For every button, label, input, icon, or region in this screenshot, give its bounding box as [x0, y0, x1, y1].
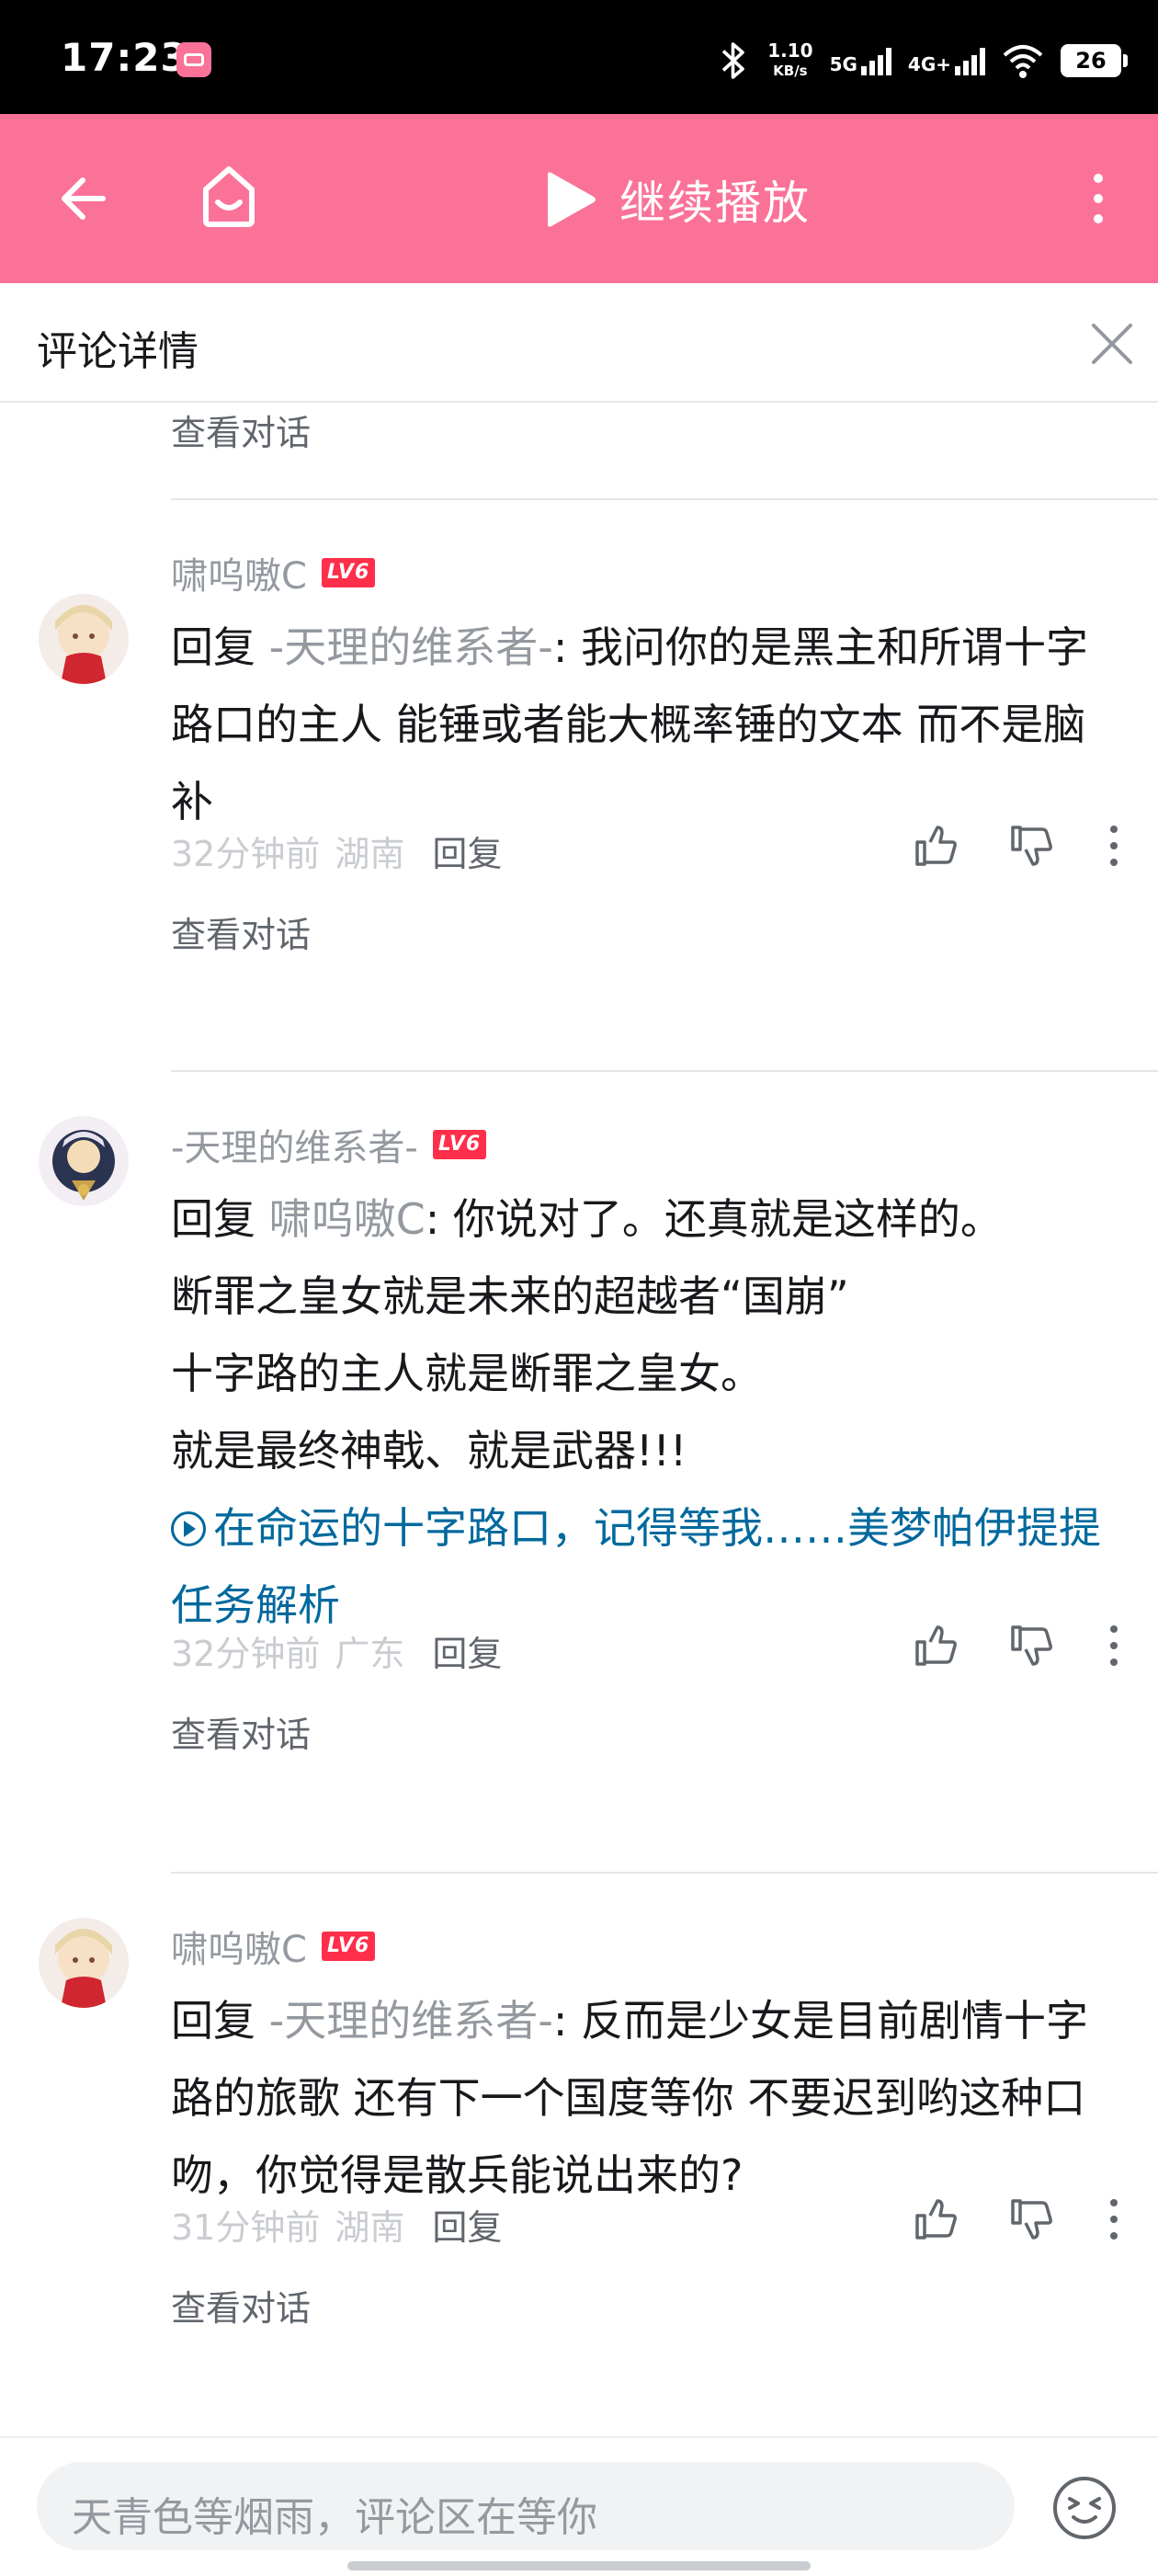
view-conversation-link[interactable]: 查看对话	[171, 906, 311, 957]
mention-user[interactable]: -天理的维系者-	[269, 622, 553, 672]
comment-meta: 32分钟前 湖南 回复	[171, 826, 502, 876]
avatar-image	[39, 1918, 129, 2008]
avatar[interactable]	[39, 594, 129, 684]
reply-button[interactable]: 回复	[432, 826, 502, 876]
net-speed: 1.10 KB/s	[767, 40, 812, 81]
avatar[interactable]	[39, 1116, 129, 1206]
continue-play-button[interactable]: 继续播放	[540, 167, 811, 232]
reply-prefix: 回复	[171, 622, 269, 672]
mention-user[interactable]: -天理的维系者-	[269, 1996, 553, 2046]
comment-input[interactable]: 天青色等烟雨，评论区在等你	[37, 2462, 1015, 2550]
continue-play-label: 继续播放	[619, 177, 811, 230]
net-speed-unit: KB/s	[773, 63, 808, 79]
comment-line: 回复 啸呜嗷C: 你说对了。还真就是这样的。	[171, 1180, 1108, 1258]
username[interactable]: 啸呜嗷C	[171, 546, 307, 599]
comment-time: 32分钟前	[171, 834, 321, 874]
view-conversation-link[interactable]: 查看对话	[171, 405, 311, 455]
comment-location: 湖南	[335, 2207, 405, 2248]
back-arrow-icon[interactable]	[57, 171, 112, 226]
reply-prefix: 回复	[171, 1194, 269, 1244]
emoji-icon[interactable]	[1051, 2475, 1118, 2541]
view-conversation-link[interactable]: 查看对话	[171, 2280, 311, 2331]
play-icon	[548, 172, 596, 227]
username-row: 啸呜嗷C LV6	[171, 1920, 376, 1973]
comment-text: 回复 啸呜嗷C: 你说对了。还真就是这样的。 断罪之皇女就是未来的超越者“国崩”…	[171, 1180, 1108, 1644]
status-time: 17:23	[61, 35, 188, 80]
comment-text: 回复 -天理的维系者-: 反而是少女是目前剧情十字路的旅歌 还有下一个国度等你 …	[171, 1982, 1108, 2214]
comment-meta: 32分钟前 广东 回复	[171, 1625, 502, 1676]
level-badge: LV6	[321, 558, 376, 587]
dislike-icon[interactable]	[1007, 1622, 1055, 1670]
bluetooth-icon	[721, 42, 745, 79]
home-tv-icon[interactable]	[197, 160, 261, 230]
comment-input-placeholder: 天青色等烟雨，评论区在等你	[72, 2494, 597, 2541]
dislike-icon[interactable]	[1007, 822, 1055, 870]
like-icon[interactable]	[912, 1622, 959, 1670]
signal-4g-label: 4G+	[907, 53, 951, 75]
signal-5g-label: 5G	[829, 53, 857, 75]
signal-bars-icon	[860, 46, 891, 75]
video-header-bar: 继续播放	[0, 114, 1158, 283]
level-badge: LV6	[432, 1130, 487, 1159]
bilibili-app-icon	[176, 42, 211, 77]
view-conversation-link[interactable]: 查看对话	[171, 1706, 311, 1757]
avatar[interactable]	[39, 1918, 129, 2008]
signal-bars-icon	[955, 46, 985, 75]
comment-time: 31分钟前	[171, 2207, 321, 2248]
username[interactable]: -天理的维系者-	[171, 1118, 418, 1171]
comment-line: 十字路的主人就是断罪之皇女。	[171, 1349, 763, 1398]
comment-line: 就是最终神戟、就是武器!!!	[171, 1426, 687, 1476]
wifi-icon	[1003, 45, 1043, 78]
comment-location: 广东	[335, 1634, 405, 1674]
video-jump-link[interactable]: 在命运的十字路口，记得等我……美梦帕伊提提任务解析	[171, 1489, 1108, 1644]
divider	[171, 1872, 1158, 1874]
home-indicator[interactable]	[347, 2561, 811, 2570]
dislike-icon[interactable]	[1007, 2195, 1055, 2243]
battery-indicator: 26	[1061, 44, 1128, 77]
more-dots-icon[interactable]	[1090, 822, 1138, 870]
divider	[171, 1070, 1158, 1072]
comment-location: 湖南	[335, 834, 405, 874]
username[interactable]: 啸呜嗷C	[171, 1920, 307, 1973]
comment-input-bar: 天青色等烟雨，评论区在等你	[0, 2436, 1158, 2576]
video-jump-link-text[interactable]: 在命运的十字路口，记得等我……美梦帕伊提提任务解析	[171, 1503, 1101, 1630]
signal-5g: 5G	[830, 46, 891, 75]
avatar-image	[39, 594, 129, 684]
comment-time: 32分钟前	[171, 1634, 321, 1674]
status-bar: 17:23 1.10 KB/s 5G 4G+ 26	[0, 0, 1158, 114]
net-speed-value: 1.10	[767, 40, 813, 62]
play-circle-icon	[171, 1511, 206, 1546]
more-vertical-icon[interactable]	[1084, 171, 1112, 226]
username-row: 啸呜嗷C LV6	[171, 546, 376, 599]
comment-content: : 你说对了。还真就是这样的。	[425, 1194, 1003, 1244]
like-icon[interactable]	[912, 822, 959, 870]
comment-line: 断罪之皇女就是未来的超越者“国崩”	[171, 1271, 849, 1321]
reply-prefix: 回复	[171, 1996, 269, 2046]
comment-detail-title: 评论详情	[37, 328, 199, 375]
more-dots-icon[interactable]	[1090, 2195, 1138, 2243]
mention-user[interactable]: 啸呜嗷C	[269, 1194, 426, 1244]
like-icon[interactable]	[912, 2195, 959, 2243]
comment-list[interactable]: 查看对话 啸呜嗷C LV6 回复 -天理的维系者-: 我问你的是黑主和所谓十字路…	[0, 403, 1158, 2434]
close-icon[interactable]	[1090, 322, 1134, 366]
reply-button[interactable]: 回复	[432, 2199, 502, 2250]
signal-4g: 4G+	[908, 46, 985, 75]
avatar-image	[39, 1116, 129, 1206]
username-row: -天理的维系者- LV6	[171, 1118, 487, 1171]
level-badge: LV6	[321, 1932, 376, 1961]
reply-button[interactable]: 回复	[432, 1625, 502, 1676]
divider	[171, 498, 1158, 500]
comment-detail-header: 评论详情	[0, 283, 1158, 403]
comment-meta: 31分钟前 湖南 回复	[171, 2199, 502, 2250]
comment-text: 回复 -天理的维系者-: 我问你的是黑主和所谓十字路口的主人 能锤或者能大概率锤…	[171, 609, 1108, 840]
more-dots-icon[interactable]	[1090, 1622, 1138, 1670]
